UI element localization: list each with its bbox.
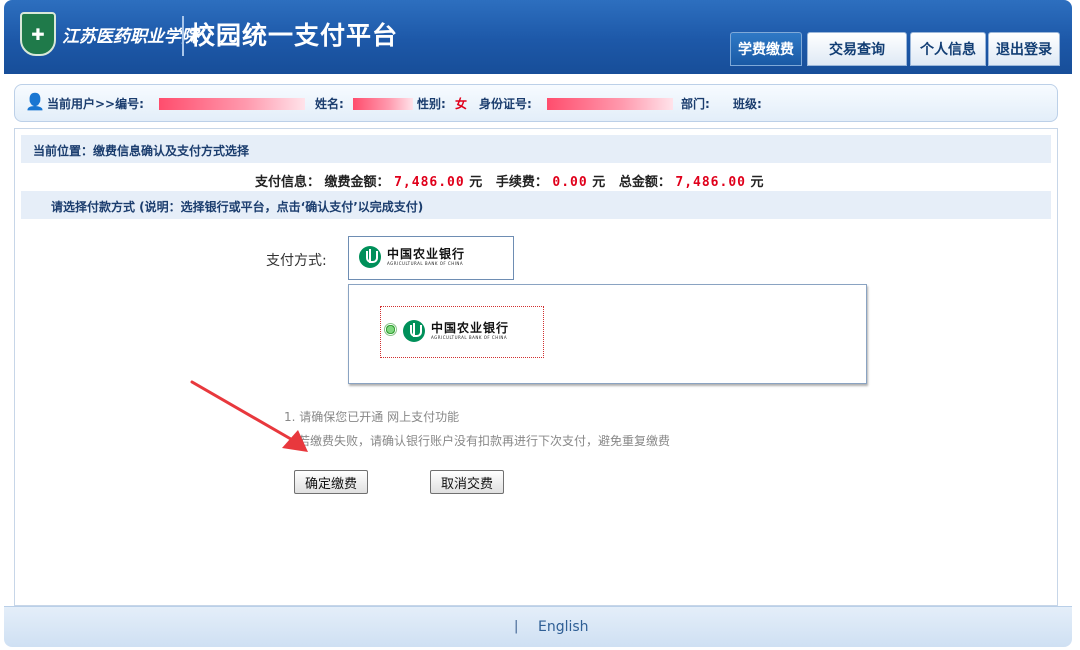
english-link[interactable]: English bbox=[538, 619, 589, 635]
footer-separator: | bbox=[514, 619, 519, 634]
footer-bar: | English bbox=[4, 606, 1072, 647]
annotation-arrow-icon bbox=[190, 380, 308, 452]
